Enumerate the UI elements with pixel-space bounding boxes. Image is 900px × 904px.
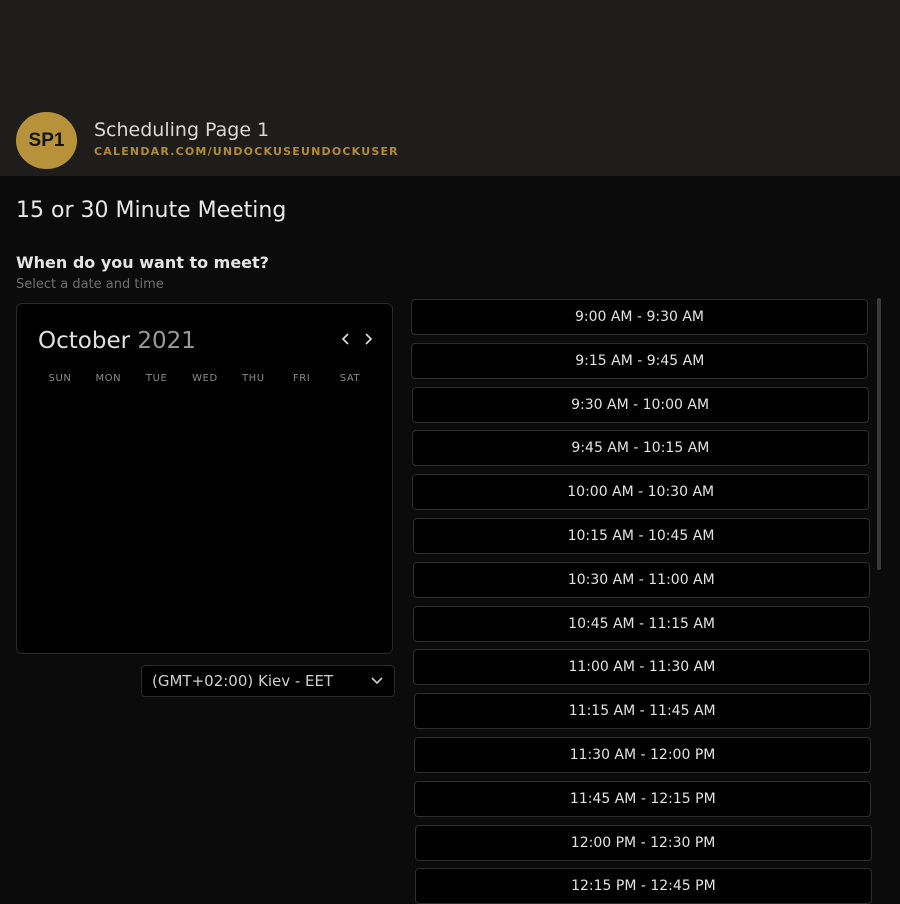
meeting-question: When do you want to meet? (16, 253, 269, 272)
chevron-right-icon[interactable] (359, 330, 377, 348)
weekday-label: THU (241, 373, 265, 384)
time-slot-button[interactable]: 11:30 AM - 12:00 PM (414, 737, 871, 773)
time-slot-button[interactable]: 10:30 AM - 11:00 AM (412, 561, 870, 598)
weekday-label: FRI (292, 373, 311, 384)
calendar-month-label: October 2021 (38, 328, 196, 354)
time-slot-button[interactable]: 12:00 PM - 12:30 PM (414, 824, 872, 861)
weekday-header: SUN MON TUE WED THU FRI SAT (38, 373, 372, 384)
page-name: Scheduling Page 1 (94, 119, 270, 141)
time-slot-scrollbar[interactable] (877, 298, 881, 570)
calendar-panel: October 2021 SUN MON TUE WED THU FRI SAT (16, 303, 393, 654)
time-slot-button[interactable]: 10:15 AM - 10:45 AM (412, 518, 870, 554)
chevron-left-icon[interactable] (337, 330, 355, 348)
timezone-select[interactable]: (GMT+02:00) Kiev - EET (141, 665, 395, 697)
weekday-label: WED (192, 373, 218, 384)
weekday-label: MON (95, 373, 122, 384)
weekday-label: SUN (48, 373, 72, 384)
chevron-down-icon (370, 673, 384, 687)
time-slot-button[interactable]: 9:15 AM - 9:45 AM (411, 342, 869, 379)
time-slot-button[interactable]: 12:15 PM - 12:45 PM (414, 868, 872, 904)
calendar-month: October (38, 328, 131, 354)
weekday-label: SAT (339, 373, 361, 384)
calendar-year: 2021 (137, 328, 196, 354)
page-url[interactable]: CALENDAR.COM/UNDOCKUSEUNDOCKUSER (94, 145, 399, 158)
event-title: 15 or 30 Minute Meeting (16, 198, 287, 223)
weekday-label: TUE (145, 373, 168, 384)
select-hint: Select a date and time (16, 277, 164, 292)
time-slot-button[interactable]: 11:15 AM - 11:45 AM (413, 693, 871, 730)
time-slot-button[interactable]: 9:45 AM - 10:15 AM (411, 430, 869, 467)
time-slot-button[interactable]: 10:00 AM - 10:30 AM (412, 474, 870, 511)
timezone-value: (GMT+02:00) Kiev - EET (152, 672, 334, 690)
time-slot-button[interactable]: 11:45 AM - 12:15 PM (414, 780, 872, 817)
avatar: SP1 (16, 112, 77, 169)
time-slot-button[interactable]: 9:30 AM - 10:00 AM (411, 386, 869, 423)
time-slot-button[interactable]: 10:45 AM - 11:15 AM (413, 605, 871, 642)
time-slot-button[interactable]: 11:00 AM - 11:30 AM (413, 649, 871, 686)
time-slot-button[interactable]: 9:00 AM - 9:30 AM (411, 299, 868, 335)
